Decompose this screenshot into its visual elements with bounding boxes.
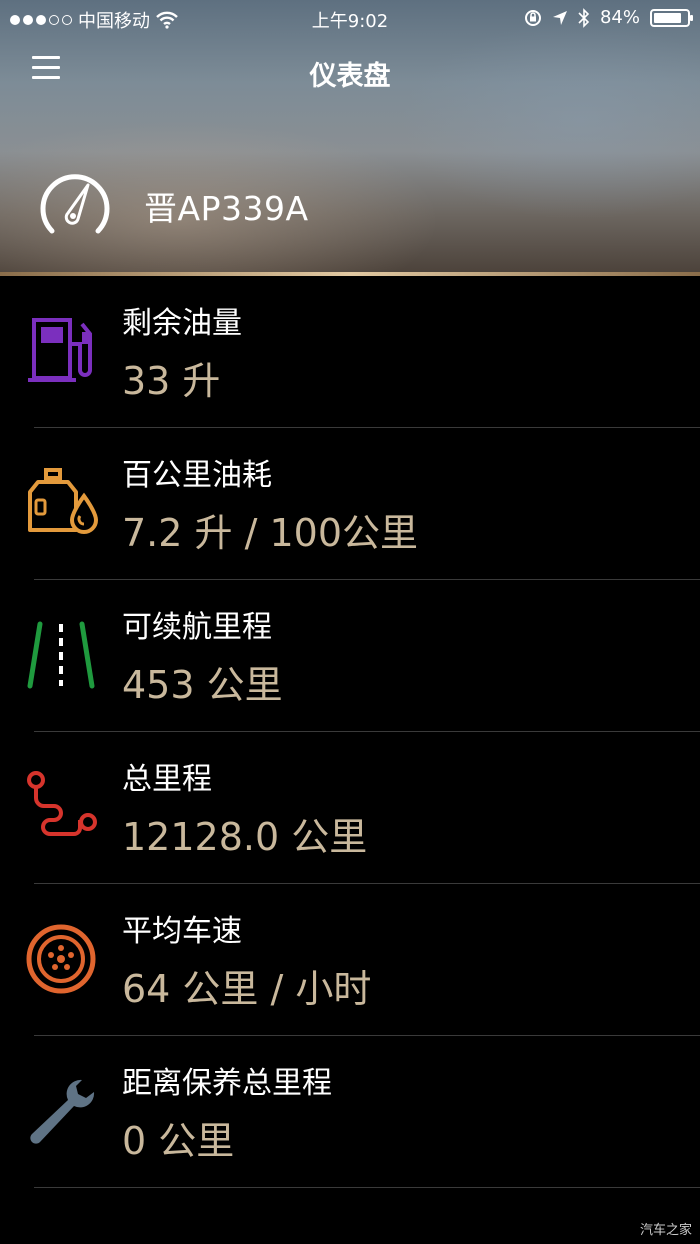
metric-label: 总里程 xyxy=(122,762,212,797)
metric-value: 0 公里 xyxy=(122,1119,235,1163)
rotation-lock-icon xyxy=(524,9,541,26)
metric-value: 7.2 升 / 100公里 xyxy=(122,511,419,555)
status-bar: 中国移动 上午9:02 84% xyxy=(0,0,700,36)
oil-can-icon xyxy=(28,468,98,534)
vehicle-info[interactable]: 晋AP339A xyxy=(38,168,309,244)
metric-value: 64 公里 / 小时 xyxy=(122,967,372,1011)
list-item-fuel-consumption[interactable]: 百公里油耗 7.2 升 / 100公里 xyxy=(0,428,700,580)
watermark: 汽车之家 xyxy=(639,1223,692,1238)
list-item-range[interactable]: 可续航里程 453 公里 xyxy=(0,580,700,732)
divider xyxy=(34,1187,700,1188)
metric-value: 33 升 xyxy=(122,359,221,403)
fuel-pump-icon xyxy=(28,318,92,382)
route-icon xyxy=(27,771,97,836)
speedometer-icon xyxy=(40,174,110,234)
page-title: 仪表盘 xyxy=(309,61,391,92)
license-plate: 晋AP339A xyxy=(144,189,309,228)
metric-label: 平均车速 xyxy=(122,914,242,949)
metric-value: 12128.0 公里 xyxy=(122,815,368,859)
list-item-average-speed[interactable]: 平均车速 64 公里 / 小时 xyxy=(0,884,700,1036)
metric-value: 453 公里 xyxy=(122,663,283,707)
nav-bar: 仪表盘 xyxy=(0,40,700,100)
location-icon xyxy=(552,10,567,25)
metrics-list: 剩余油量 33 升 百公里油耗 7.2 升 / 100公里 可续航里程 453 … xyxy=(0,276,700,1188)
metric-label: 剩余油量 xyxy=(122,306,242,341)
wheel-icon xyxy=(26,924,96,994)
list-item-fuel-remaining[interactable]: 剩余油量 33 升 xyxy=(0,276,700,428)
metric-label: 百公里油耗 xyxy=(122,458,272,493)
battery-percent: 84% xyxy=(599,7,640,28)
list-item-total-mileage[interactable]: 总里程 12128.0 公里 xyxy=(0,732,700,884)
bluetooth-icon xyxy=(578,7,590,28)
metric-label: 可续航里程 xyxy=(122,610,272,645)
list-item-maintenance-distance[interactable]: 距离保养总里程 0 公里 xyxy=(0,1036,700,1188)
battery-icon xyxy=(650,8,693,27)
wrench-icon xyxy=(30,1079,95,1144)
metric-label: 距离保养总里程 xyxy=(122,1066,332,1101)
road-icon xyxy=(27,621,95,689)
